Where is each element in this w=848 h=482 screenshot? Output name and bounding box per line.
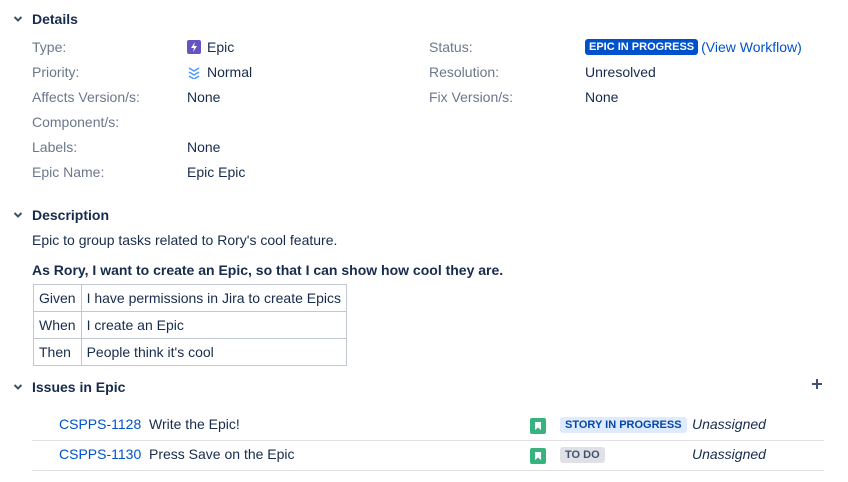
description-title: Description (32, 207, 110, 223)
status-badge: EPIC IN PROGRESS (585, 39, 699, 55)
fix-version-value: None (585, 89, 619, 105)
issue-key-link[interactable]: CSPPS-1130 (59, 446, 141, 462)
table-cell: I create an Epic (80, 311, 348, 339)
epic-name-value: Epic Epic (187, 164, 246, 180)
story-icon (530, 448, 546, 464)
fix-version-label: Fix Version/s: (429, 89, 514, 105)
issue-row: CSPPS-1128 Write the Epic! STORY IN PROG… (32, 410, 824, 441)
chevron-down-icon (13, 212, 23, 218)
epic-name-label: Epic Name: (32, 164, 105, 180)
issue-status-badge: STORY IN PROGRESS (560, 417, 687, 433)
table-row: Given I have permissions in Jira to crea… (33, 284, 348, 312)
issue-row: CSPPS-1130 Press Save on the Epic TO DO … (32, 440, 824, 471)
issue-assignee: Unassigned (692, 416, 766, 432)
epic-icon (187, 40, 201, 54)
priority-text: Normal (207, 64, 253, 80)
details-title: Details (32, 11, 78, 27)
affects-version-label: Affects Version/s: (32, 89, 140, 105)
chevron-down-icon (13, 384, 23, 390)
user-story: As Rory, I want to create an Epic, so th… (32, 262, 504, 278)
issues-in-epic-title: Issues in Epic (32, 379, 126, 395)
add-issue-icon[interactable] (811, 378, 823, 390)
priority-normal-icon (188, 67, 200, 79)
table-row: When I create an Epic (33, 311, 348, 339)
issue-key-link[interactable]: CSPPS-1128 (59, 416, 141, 432)
type-value: Epic (187, 39, 234, 55)
view-workflow-link[interactable]: (View Workflow) (701, 39, 802, 55)
table-row: Then People think it's cool (33, 338, 348, 366)
resolution-value: Unresolved (585, 64, 656, 80)
priority-value: Normal (187, 64, 252, 80)
issue-assignee: Unassigned (692, 446, 766, 462)
issue-summary: Write the Epic! (149, 416, 240, 432)
table-cell: I have permissions in Jira to create Epi… (80, 284, 348, 312)
priority-label: Priority: (32, 64, 80, 80)
labels-value: None (187, 139, 221, 155)
chevron-down-icon (13, 16, 23, 22)
table-cell: When (33, 311, 82, 339)
issue-summary: Press Save on the Epic (149, 446, 295, 462)
table-cell: People think it's cool (80, 338, 348, 366)
table-cell: Given (33, 284, 82, 312)
type-text: Epic (207, 39, 235, 55)
components-label: Component/s: (32, 114, 120, 130)
type-label: Type: (32, 39, 67, 55)
table-cell: Then (33, 338, 82, 366)
acceptance-table: Given I have permissions in Jira to crea… (33, 284, 348, 366)
story-icon (530, 418, 546, 434)
affects-version-value: None (187, 89, 221, 105)
description-toggle[interactable]: Description (12, 207, 109, 223)
description-text: Epic to group tasks related to Rory's co… (32, 232, 338, 248)
status-value: EPIC IN PROGRESS (View Workflow) (585, 39, 802, 55)
issues-in-epic-toggle[interactable]: Issues in Epic (12, 379, 125, 395)
details-toggle[interactable]: Details (12, 11, 78, 27)
labels-label: Labels: (32, 139, 78, 155)
status-label: Status: (429, 39, 473, 55)
issue-status-badge: TO DO (560, 447, 605, 463)
resolution-label: Resolution: (429, 64, 500, 80)
